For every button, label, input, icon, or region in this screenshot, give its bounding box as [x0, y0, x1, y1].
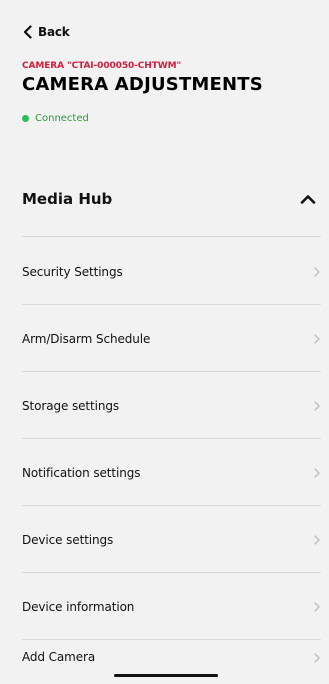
menu-item-label: Arm/Disarm Schedule	[22, 331, 151, 346]
menu-item-label: Notification settings	[22, 465, 141, 480]
page-title: CAMERA ADJUSTMENTS	[22, 74, 263, 95]
status-dot-icon	[22, 115, 29, 122]
menu-item-device-settings[interactable]: Device settings	[0, 506, 329, 573]
home-indicator[interactable]	[114, 674, 218, 677]
menu-item-label: Add Camera	[22, 650, 96, 664]
chevron-right-icon	[313, 266, 321, 277]
menu-item-add-camera[interactable]: Add Camera	[0, 640, 329, 664]
chevron-right-icon	[313, 333, 321, 344]
chevron-right-icon	[313, 400, 321, 411]
menu-item-notification-settings[interactable]: Notification settings	[0, 439, 329, 506]
camera-name-label: CAMERA "CTAI-000050-CHTWM"	[22, 61, 182, 71]
back-button[interactable]: Back	[22, 20, 70, 44]
camera-adjustments-screen: Back CAMERA "CTAI-000050-CHTWM" CAMERA A…	[0, 0, 329, 684]
menu-item-device-information[interactable]: Device information	[0, 573, 329, 640]
chevron-right-icon	[313, 653, 321, 663]
back-label: Back	[38, 25, 70, 39]
status-text: Connected	[35, 113, 89, 124]
menu-item-label: Device settings	[22, 532, 114, 547]
menu-item-label: Storage settings	[22, 398, 120, 413]
section-divider	[22, 236, 321, 237]
section-title: Media Hub	[22, 190, 113, 208]
media-hub-section-toggle[interactable]: Media Hub	[22, 180, 317, 218]
menu-item-label: Security Settings	[22, 264, 123, 279]
chevron-right-icon	[313, 601, 321, 612]
chevron-up-icon	[299, 193, 317, 205]
chevron-left-icon	[22, 25, 33, 39]
menu-item-security-settings[interactable]: Security Settings	[0, 238, 329, 305]
chevron-right-icon	[313, 467, 321, 478]
connection-status: Connected	[22, 113, 89, 124]
menu-item-storage-settings[interactable]: Storage settings	[0, 372, 329, 439]
chevron-right-icon	[313, 534, 321, 545]
menu-item-arm-disarm-schedule[interactable]: Arm/Disarm Schedule	[0, 305, 329, 372]
menu-item-label: Device information	[22, 599, 135, 614]
